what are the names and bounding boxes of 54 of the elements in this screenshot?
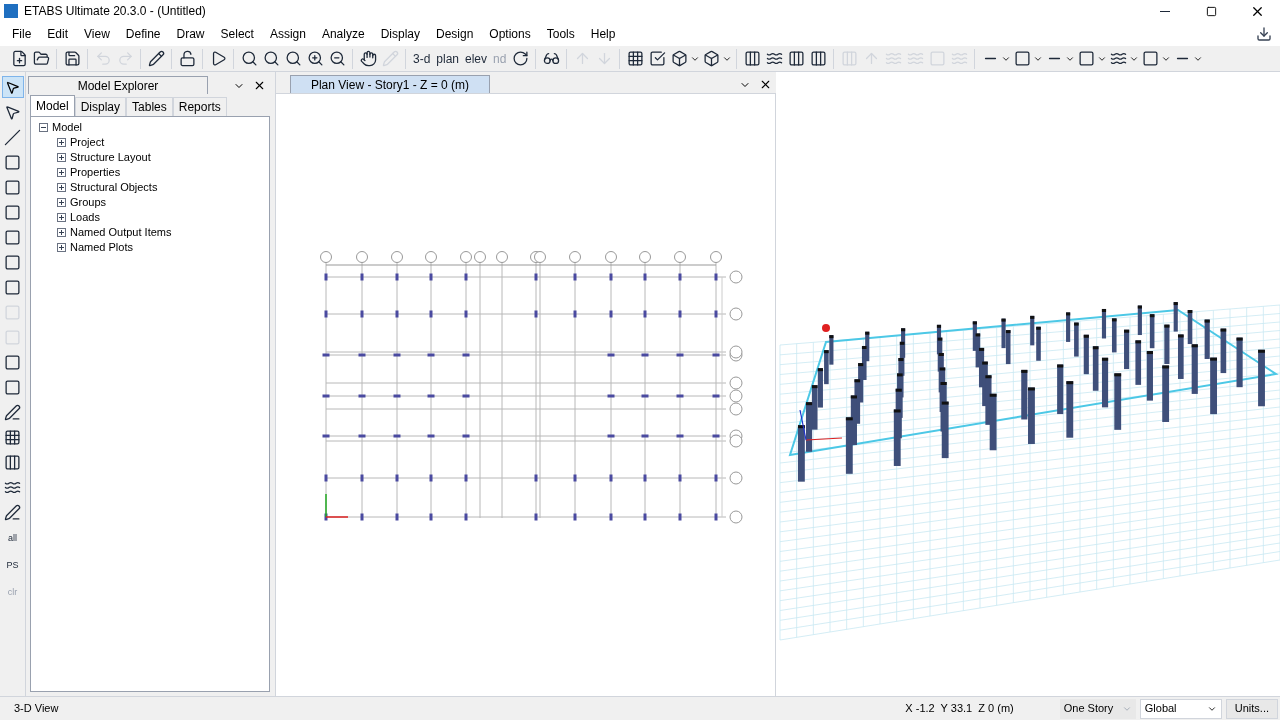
expand-toggle[interactable] [57,213,66,222]
view-button[interactable]: elev [462,47,491,70]
menu-item[interactable]: Tools [538,25,583,43]
pointer-tool-icon[interactable] [1,76,24,98]
menu-item[interactable]: Assign [261,25,314,43]
app-logo-icon [4,4,18,18]
menu-item[interactable]: File [4,25,40,43]
menu-item[interactable]: Analyze [313,25,373,43]
panel-tab[interactable]: Model Explorer [28,76,208,94]
tree-item[interactable]: Groups [70,194,107,211]
expand-toggle[interactable] [57,183,66,192]
window-title: ETABS Ultimate 20.3.0 - (Untitled) [24,3,206,20]
select-tool-button[interactable]: all [0,526,25,550]
menu-item[interactable]: Options [481,25,539,43]
close-icon[interactable] [253,79,266,92]
menu-item[interactable]: Help [582,25,624,43]
download-icon[interactable] [1256,26,1272,42]
select-tool-button[interactable]: PS [0,553,25,577]
expand-toggle[interactable] [57,168,66,177]
tree-item[interactable]: Named Output Items [70,224,172,241]
menu-item[interactable]: Draw [168,25,213,43]
menu-item[interactable]: Select [212,25,262,43]
view-button[interactable]: plan [433,47,463,70]
view-tab[interactable]: Plan View - Story1 - Z = 0 (m) [290,75,490,93]
explorer-tab[interactable]: Tables [126,97,173,116]
explorer-tab[interactable]: Display [74,97,127,116]
minimize-icon [1160,10,1170,12]
expand-toggle[interactable] [57,243,66,252]
expand-toggle[interactable] [57,138,66,147]
menu-item[interactable]: View [76,25,118,43]
menu-item[interactable]: Design [428,25,482,43]
menu-item[interactable]: Display [372,25,428,43]
tree-item[interactable]: Structure Layout [70,149,151,166]
tree-item[interactable]: Named Plots [70,239,133,256]
maximize-icon [1205,5,1217,17]
view-button[interactable]: 3-d [410,47,434,70]
status-text: 3-D View [13,701,59,717]
expand-toggle[interactable] [57,153,66,162]
tree-item[interactable]: Structural Objects [70,179,158,196]
menu-item[interactable]: Define [117,25,169,43]
collapse-toggle[interactable] [39,123,48,132]
units-button[interactable]: Units... [1225,698,1278,719]
tree-item[interactable]: Model [52,119,82,136]
tree-item[interactable]: Loads [70,209,100,226]
expand-toggle[interactable] [57,228,66,237]
menu-item[interactable]: Edit [39,25,77,43]
tree-item[interactable]: Project [70,134,105,151]
explorer-tab[interactable]: Reports [172,97,227,116]
tree-item[interactable]: Properties [70,164,121,181]
close-icon[interactable] [759,78,772,91]
coordinate-system-select[interactable]: Global [1139,698,1222,719]
expand-toggle[interactable] [57,198,66,207]
explorer-tab[interactable]: Model [30,95,75,116]
coordinates-text: X -1.2 Y 33.1 Z 0 (m) [905,701,1014,717]
